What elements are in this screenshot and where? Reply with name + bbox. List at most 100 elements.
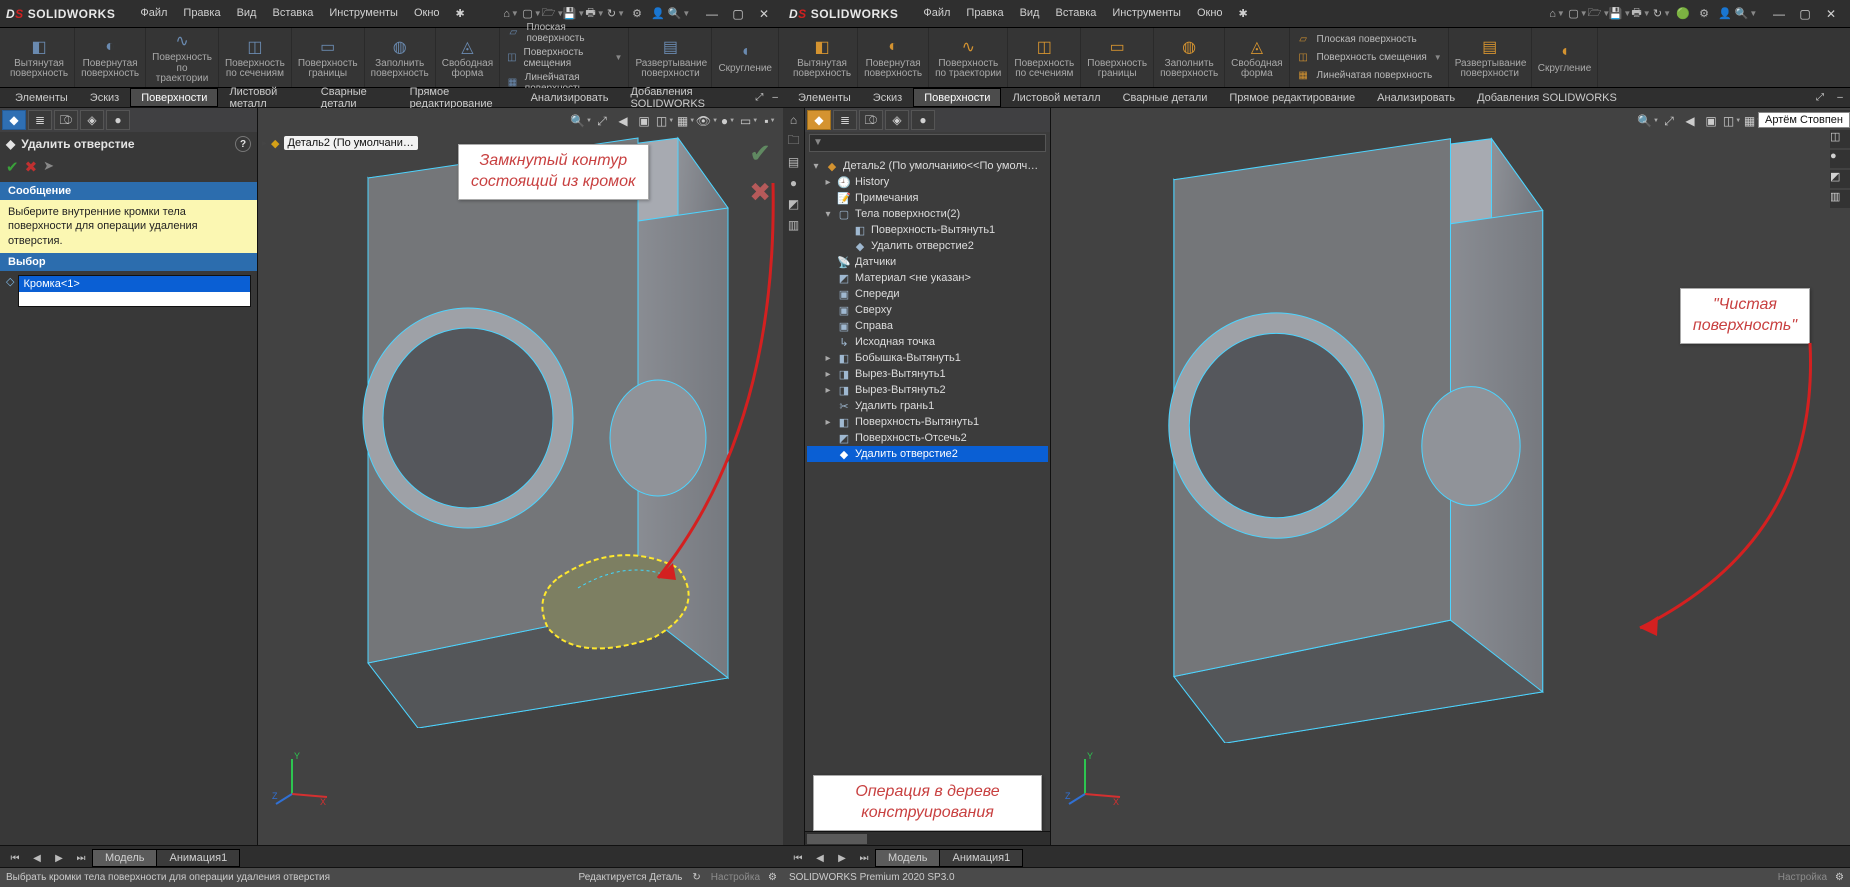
hud-accept-icon[interactable]: ✔ xyxy=(749,138,771,169)
tab-addins[interactable]: Добавления SOLIDWORKS xyxy=(619,88,751,107)
selection-item[interactable]: Кромка<1> xyxy=(19,276,250,292)
tree-item[interactable]: ▸🕘History xyxy=(807,174,1048,190)
zoom-fit-icon[interactable]: 🔍 xyxy=(572,112,590,130)
tab-prev-icon[interactable]: ◀ xyxy=(809,849,831,867)
tree-item[interactable]: ◆Удалить отверстие2 xyxy=(807,238,1048,254)
tab-first-icon[interactable]: ⏮ xyxy=(4,849,26,867)
zoom-fit-icon[interactable]: 🔍 xyxy=(1639,112,1657,130)
home-icon[interactable]: ⌂▼ xyxy=(1547,4,1567,24)
tab-surfaces[interactable]: Поверхности xyxy=(913,88,1001,107)
tab-analyze[interactable]: Анализировать xyxy=(1366,88,1466,107)
tab-weldments[interactable]: Сварные детали xyxy=(310,88,399,107)
hud-reject-icon[interactable]: ✖ xyxy=(749,177,771,208)
tree-item[interactable]: 📡Датчики xyxy=(807,254,1048,270)
tree-item[interactable]: ▣Справа xyxy=(807,318,1048,334)
ribbon-fillet[interactable]: ◖Скругление xyxy=(1532,28,1599,87)
taskpane-lib-icon[interactable]: ▥ xyxy=(1830,190,1850,208)
render-icon[interactable]: ▪ xyxy=(761,112,779,130)
folder-open-icon[interactable]: 🗁▼ xyxy=(1589,4,1609,24)
menu-edit[interactable]: Правка xyxy=(176,4,227,23)
tree-scrollbar[interactable] xyxy=(805,831,1050,845)
tab-expand-icon[interactable]: ⤢ xyxy=(1810,88,1830,107)
user-icon[interactable]: 👤 xyxy=(648,4,668,24)
tree-item[interactable]: ▸◨Вырез-Вытянуть2 xyxy=(807,382,1048,398)
ribbon-offset-surface[interactable]: ◫Поверхность смещения▼ xyxy=(1296,49,1442,66)
tab-sketch[interactable]: Эскиз xyxy=(79,88,130,107)
menu-tools[interactable]: Инструменты xyxy=(1105,4,1188,23)
tab-features[interactable]: Элементы xyxy=(4,88,79,107)
ribbon-extruded-surface[interactable]: ◧Вытянутаяповерхность xyxy=(787,28,858,87)
tab-prev-icon[interactable]: ◀ xyxy=(26,849,48,867)
menu-file[interactable]: Файл xyxy=(133,4,174,23)
tree-item[interactable]: ◧Поверхность-Вытянуть1 xyxy=(807,222,1048,238)
tab-close-icon[interactable]: – xyxy=(1830,88,1850,107)
taskpane-library-icon[interactable]: ▥ xyxy=(783,215,804,235)
selection-list[interactable]: Кромка<1> xyxy=(18,275,251,307)
orientation-icon[interactable]: ◫ xyxy=(1723,112,1741,130)
fm-tab-tree-icon[interactable]: ≣ xyxy=(833,110,857,130)
maximize-button[interactable]: ▢ xyxy=(725,4,751,24)
tab-expand-icon[interactable]: ⤢ xyxy=(752,88,768,107)
taskpane-appearance-icon[interactable]: ● xyxy=(783,173,804,193)
ribbon-planar-surface[interactable]: ▱Плоская поверхность xyxy=(506,21,622,45)
hide-show-icon[interactable]: 👁 xyxy=(698,112,716,130)
tree-item[interactable]: ▣Сверху xyxy=(807,302,1048,318)
menu-insert[interactable]: Вставка xyxy=(1048,4,1103,23)
ribbon-extruded-surface[interactable]: ◧Вытянутаяповерхность xyxy=(4,28,75,87)
ribbon-fill-surface[interactable]: ◍Заполнитьповерхность xyxy=(1154,28,1225,87)
taskpane-tag-icon[interactable]: ◫ xyxy=(1830,130,1850,148)
tab-last-icon[interactable]: ⏭ xyxy=(853,849,875,867)
tree-root[interactable]: ▾◆Деталь2 (По умолчанию<<По умолчанию>_С… xyxy=(807,158,1048,174)
status-customize[interactable]: Настройка xyxy=(1778,872,1827,883)
taskpane-views-icon[interactable]: ▤ xyxy=(783,152,804,172)
menu-more-icon[interactable]: ✱ xyxy=(1232,4,1255,23)
tab-next-icon[interactable]: ▶ xyxy=(831,849,853,867)
menu-window[interactable]: Окно xyxy=(407,4,447,23)
menu-insert[interactable]: Вставка xyxy=(265,4,320,23)
search-icon[interactable]: 🔍▼ xyxy=(669,4,689,24)
tab-weldments[interactable]: Сварные детали xyxy=(1112,88,1219,107)
status-customize[interactable]: Настройка xyxy=(711,872,760,883)
minimize-button[interactable]: — xyxy=(699,4,725,24)
tab-first-icon[interactable]: ⏮ xyxy=(787,849,809,867)
ribbon-flatten-surface[interactable]: ▤Развертываниеповерхности xyxy=(1449,28,1532,87)
tree-item[interactable]: ▸◨Вырез-Вытянуть1 xyxy=(807,366,1048,382)
tree-item[interactable]: ▾▢Тела поверхности(2) xyxy=(807,206,1048,222)
ribbon-revolved-surface[interactable]: ◐Повернутаяповерхность xyxy=(75,28,146,87)
ribbon-planar-surface[interactable]: ▱Плоская поверхность xyxy=(1296,31,1442,48)
tree-item[interactable]: ◩Поверхность-Отсечь2 xyxy=(807,430,1048,446)
ribbon-freeform[interactable]: ◬Свободнаяформа xyxy=(436,28,500,87)
section-view-icon[interactable]: ▣ xyxy=(1702,112,1720,130)
ribbon-fillet[interactable]: ◖Скругление xyxy=(712,28,779,87)
search-icon[interactable]: 🔍▼ xyxy=(1736,4,1756,24)
tab-last-icon[interactable]: ⏭ xyxy=(70,849,92,867)
zoom-area-icon[interactable]: ⤢ xyxy=(593,112,611,130)
tab-sheet-metal[interactable]: Листовой металл xyxy=(218,88,309,107)
file-new-icon[interactable]: ▢▼ xyxy=(1568,4,1588,24)
tab-direct-edit[interactable]: Прямое редактирование xyxy=(399,88,520,107)
tab-close-icon[interactable]: – xyxy=(767,88,783,107)
tab-direct-edit[interactable]: Прямое редактирование xyxy=(1218,88,1366,107)
tree-item[interactable]: ✂Удалить грань1 xyxy=(807,398,1048,414)
fm-tab-appearance-icon[interactable]: ● xyxy=(911,110,935,130)
pm-tab-tree-icon[interactable]: ≣ xyxy=(28,110,52,130)
taskpane-file-icon[interactable]: 🗀 xyxy=(783,131,804,151)
options-icon[interactable]: ⚙ xyxy=(1694,4,1714,24)
display-style-icon[interactable]: ▦ xyxy=(677,112,695,130)
tree-item[interactable]: ▸◧Бобышка-Вытянуть1 xyxy=(807,350,1048,366)
print-icon[interactable]: 🖶▼ xyxy=(1631,4,1651,24)
ribbon-lofted-surface[interactable]: ◫Поверхностьпо сечениям xyxy=(219,28,292,87)
prev-view-icon[interactable]: ◀ xyxy=(1681,112,1699,130)
section-view-icon[interactable]: ▣ xyxy=(635,112,653,130)
options-icon[interactable]: ⚙ xyxy=(627,4,647,24)
save-icon[interactable]: 💾▼ xyxy=(1610,4,1630,24)
pm-tab-config-icon[interactable]: ⎄ xyxy=(54,110,78,130)
ribbon-lofted-surface[interactable]: ◫Поверхностьпо сечениям xyxy=(1008,28,1081,87)
ribbon-fill-surface[interactable]: ◍Заполнитьповерхность xyxy=(365,28,436,87)
menu-edit[interactable]: Правка xyxy=(959,4,1010,23)
pm-tab-appearance-icon[interactable]: ● xyxy=(106,110,130,130)
close-button[interactable]: ✕ xyxy=(1818,4,1844,24)
tab-sheet-metal[interactable]: Листовой металл xyxy=(1001,88,1111,107)
ribbon-revolved-surface[interactable]: ◐Повернутаяповерхность xyxy=(858,28,929,87)
graphics-viewport[interactable]: Y X Z ⌂ ◫ ● ◩ ▥ Артём Стовпен "Чистаяпов… xyxy=(1051,108,1850,845)
